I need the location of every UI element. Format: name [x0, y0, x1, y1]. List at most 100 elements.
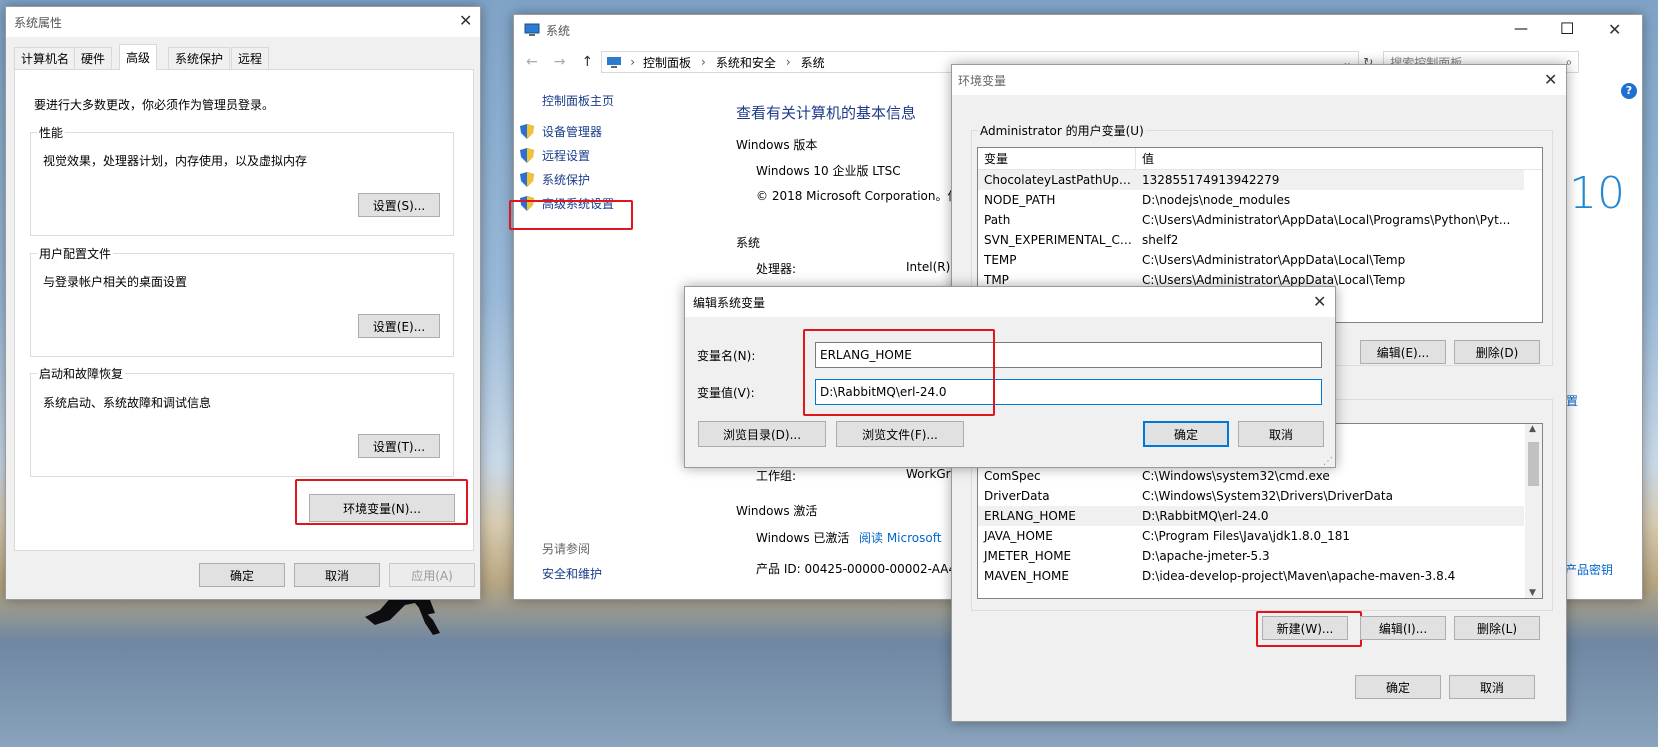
change-product-key-link[interactable]: 产品密钥: [1565, 561, 1613, 578]
list-item[interactable]: JMETER_HOME D:\apache-jmeter-5.3: [978, 546, 1524, 566]
system-close-icon[interactable]: ✕: [1608, 22, 1621, 38]
tab-remote[interactable]: 远程: [231, 47, 270, 69]
startup-recovery-settings-button[interactable]: 设置(T)...: [358, 434, 440, 458]
sysprops-cancel-button[interactable]: 取消: [294, 563, 380, 587]
control-panel-home-link[interactable]: 控制面板主页: [542, 92, 614, 109]
edit-title: 编辑系统变量: [693, 295, 766, 310]
shield-icon: [520, 172, 534, 187]
workgroup-value: WorkGr: [906, 467, 951, 481]
variable-name-cell: Path: [984, 213, 1011, 227]
system-titlebar: 系统: [514, 15, 1642, 45]
breadcrumb-system[interactable]: 系统: [801, 54, 825, 71]
variable-value-cell: C:\Users\Administrator\AppData\Local\Tem…: [1142, 273, 1406, 287]
minimize-icon[interactable]: —: [1514, 21, 1528, 37]
list-item[interactable]: ERLANG_HOME D:\RabbitMQ\erl-24.0: [978, 506, 1524, 526]
maximize-icon[interactable]: ☐: [1560, 19, 1574, 38]
sysprops-close-icon[interactable]: ✕: [459, 13, 472, 29]
tab-computer-name[interactable]: 计算机名: [14, 47, 77, 69]
sysprops-apply-button[interactable]: 应用(A): [389, 563, 475, 587]
performance-group: 性能 视觉效果，处理器计划，内存使用，以及虚拟内存 设置(S)...: [30, 124, 454, 236]
system-delete-button[interactable]: 删除(L): [1454, 616, 1540, 640]
tab-system-protection[interactable]: 系统保护: [168, 47, 231, 69]
list-item[interactable]: ComSpec C:\Windows\system32\cmd.exe: [978, 466, 1524, 486]
edit-titlebar: 编辑系统变量: [685, 287, 1335, 317]
breadcrumb-sep-icon: ›: [785, 55, 791, 69]
list-item[interactable]: JAVA_HOME C:\Program Files\Java\jdk1.8.0_…: [978, 526, 1524, 546]
col-variable-header[interactable]: 变量: [978, 148, 1136, 169]
env-close-icon[interactable]: ✕: [1544, 72, 1557, 88]
back-arrow-icon[interactable]: ←: [526, 54, 538, 70]
user-profiles-settings-button[interactable]: 设置(E)...: [358, 314, 440, 338]
user-profiles-group: 用户配置文件 与登录帐户相关的桌面设置 设置(E)...: [30, 245, 454, 357]
help-icon[interactable]: ?: [1621, 83, 1637, 99]
resize-grip-icon[interactable]: ⋰: [1323, 456, 1333, 467]
system-edit-button[interactable]: 编辑(I)...: [1360, 616, 1446, 640]
variable-name-cell: SVN_EXPERIMENTAL_CO...: [984, 233, 1136, 247]
activation-status: Windows 已激活: [756, 531, 850, 545]
scroll-thumb[interactable]: [1528, 442, 1539, 486]
user-profiles-desc: 与登录帐户相关的桌面设置: [43, 275, 188, 289]
env-title: 环境变量: [958, 73, 1007, 88]
variable-value-cell: shelf2: [1142, 233, 1179, 247]
windows10-logo-text: 10: [1569, 168, 1625, 219]
performance-settings-button[interactable]: 设置(S)...: [358, 193, 440, 217]
env-cancel-button[interactable]: 取消: [1449, 675, 1535, 699]
variable-value-cell: D:\idea-develop-project\Maven\apache-mav…: [1142, 569, 1456, 583]
user-list-header: 变量 值: [978, 148, 1542, 170]
edit-system-variable-dialog: 编辑系统变量 ✕ 变量名(N): ERLANG_HOME 变量值(V): D:\…: [684, 286, 1336, 468]
security-maintenance-link[interactable]: 安全和维护: [542, 565, 602, 582]
variable-name-cell: ComSpec: [984, 469, 1041, 483]
list-item[interactable]: SVN_EXPERIMENTAL_CO... shelf2: [978, 230, 1524, 250]
variable-name-cell: JMETER_HOME: [984, 549, 1072, 563]
highlight-new-button: [1256, 611, 1362, 647]
shield-icon: [520, 148, 534, 163]
browse-file-button[interactable]: 浏览文件(F)...: [836, 421, 964, 447]
list-item[interactable]: DriverData C:\Windows\System32\Drivers\Dr…: [978, 486, 1524, 506]
variable-value-cell: D:\RabbitMQ\erl-24.0: [1142, 509, 1269, 523]
edit-close-icon[interactable]: ✕: [1313, 294, 1326, 310]
variable-value-label: 变量值(V):: [697, 386, 755, 400]
sysprops-ok-button[interactable]: 确定: [199, 563, 285, 587]
list-item[interactable]: TEMP C:\Users\Administrator\AppData\Local…: [978, 250, 1524, 270]
windows-edition-value: Windows 10 企业版 LTSC: [756, 164, 901, 178]
sidebar-item-label: 远程设置: [542, 149, 591, 163]
performance-desc: 视觉效果，处理器计划，内存使用，以及虚拟内存: [43, 154, 308, 168]
address-computer-icon: [607, 56, 622, 68]
tab-advanced[interactable]: 高级: [119, 44, 158, 70]
sidebar-item-device-manager[interactable]: 设备管理器: [520, 123, 602, 140]
user-edit-button[interactable]: 编辑(E)...: [1360, 340, 1446, 364]
up-arrow-icon[interactable]: ↑: [581, 54, 593, 70]
change-settings-link-fragment[interactable]: 置: [1566, 392, 1578, 409]
variable-value-cell: C:\Program Files\Java\jdk1.8.0_181: [1142, 529, 1351, 543]
browse-directory-button[interactable]: 浏览目录(D)...: [698, 421, 826, 447]
edit-ok-button[interactable]: 确定: [1143, 421, 1229, 447]
edit-cancel-button[interactable]: 取消: [1238, 421, 1324, 447]
sidebar-item-remote-settings[interactable]: 远程设置: [520, 147, 590, 164]
list-item[interactable]: ChocolateyLastPathUpdate 1328551749139422…: [978, 170, 1524, 190]
list-item[interactable]: Path C:\Users\Administrator\AppData\Local…: [978, 210, 1524, 230]
variable-value-cell: C:\Users\Administrator\AppData\Local\Pro…: [1142, 213, 1511, 227]
list-item[interactable]: NODE_PATH D:\nodejs\node_modules: [978, 190, 1524, 210]
activation-label: Windows 激活: [736, 504, 818, 518]
sidebar-item-system-protection[interactable]: 系统保护: [520, 171, 590, 188]
user-delete-button[interactable]: 删除(D): [1454, 340, 1540, 364]
breadcrumb-control-panel[interactable]: 控制面板: [643, 54, 691, 71]
variable-value-cell: C:\Users\Administrator\AppData\Local\Tem…: [1142, 253, 1406, 267]
ms-license-link[interactable]: 阅读 Microsoft: [859, 529, 941, 546]
env-ok-button[interactable]: 确定: [1355, 675, 1441, 699]
breadcrumb-system-security[interactable]: 系统和安全: [716, 54, 776, 71]
variable-value-cell: D:\nodejs\node_modules: [1142, 193, 1291, 207]
scroll-up-icon[interactable]: ▲: [1529, 424, 1536, 434]
col-value-header[interactable]: 值: [1136, 148, 1542, 169]
forward-arrow-icon[interactable]: →: [554, 54, 566, 70]
startup-recovery-desc: 系统启动、系统故障和调试信息: [43, 396, 212, 410]
variable-name-cell: DriverData: [984, 489, 1050, 503]
tab-hardware[interactable]: 硬件: [74, 47, 113, 69]
breadcrumb-sep-icon: ›: [630, 55, 636, 69]
breadcrumb-sep-icon: ›: [701, 55, 706, 69]
list-item[interactable]: MAVEN_HOME D:\idea-develop-project\Maven\…: [978, 566, 1524, 586]
variable-value-cell: C:\Windows\system32\cmd.exe: [1142, 469, 1330, 483]
product-id: 产品 ID: 00425-00000-00002-AA4: [756, 562, 957, 576]
scrollbar[interactable]: ▲ ▼: [1525, 424, 1542, 598]
scroll-down-icon[interactable]: ▼: [1529, 588, 1536, 598]
